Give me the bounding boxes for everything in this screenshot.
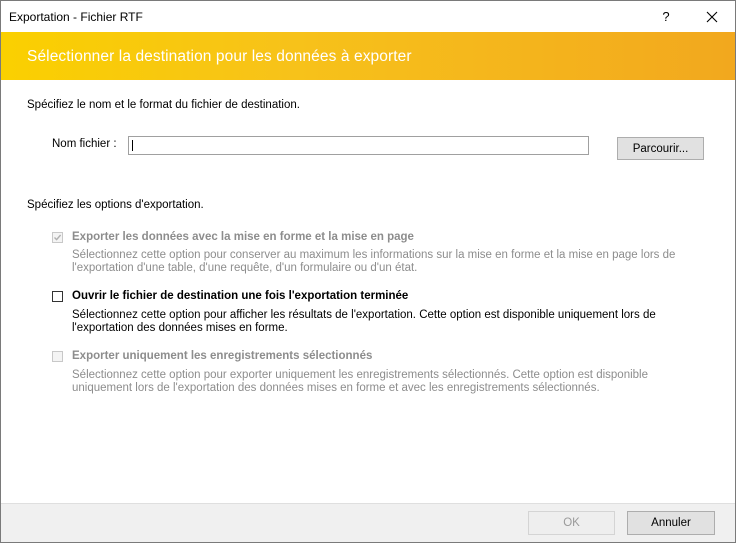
cancel-button[interactable]: Annuler	[627, 511, 715, 535]
description-line: Sélectionnez cette option pour exporter …	[72, 369, 648, 381]
description-line: l'exportation d'une table, d'une requête…	[72, 262, 418, 274]
browse-button[interactable]: Parcourir...	[617, 137, 704, 160]
window-title: Exportation - Fichier RTF	[9, 10, 143, 24]
selected-records-description: Sélectionnez cette option pour exporter …	[72, 369, 692, 395]
dialog-footer	[1, 503, 735, 542]
text-caret	[132, 140, 133, 151]
export-formatting-description: Sélectionnez cette option pour conserver…	[72, 249, 692, 275]
description-line: l'exportation des données mises en forme…	[72, 322, 288, 334]
ok-button[interactable]: OK	[528, 511, 615, 535]
selected-records-label[interactable]: Exporter uniquement les enregistrements …	[72, 350, 372, 362]
open-destination-label[interactable]: Ouvrir le fichier de destination une foi…	[72, 290, 408, 302]
banner-title: Sélectionner la destination pour les don…	[27, 48, 412, 65]
filename-label: Nom fichier :	[52, 138, 117, 150]
close-button[interactable]	[689, 1, 735, 32]
header-banner: Sélectionner la destination pour les don…	[1, 32, 735, 80]
close-icon	[706, 11, 718, 22]
export-dialog: Exportation - Fichier RTF ? Sélectionner…	[0, 0, 736, 543]
open-destination-description: Sélectionnez cette option pour afficher …	[72, 309, 692, 335]
export-formatting-checkbox[interactable]	[52, 232, 63, 243]
description-line: Sélectionnez cette option pour afficher …	[72, 309, 656, 321]
options-instruction: Spécifiez les options d'exportation.	[27, 199, 204, 211]
export-formatting-label[interactable]: Exporter les données avec la mise en for…	[72, 231, 414, 243]
title-bar: Exportation - Fichier RTF ?	[1, 1, 735, 32]
help-button[interactable]: ?	[643, 1, 689, 32]
description-line: uniquement lors de l'exportation des don…	[72, 382, 600, 394]
destination-instruction: Spécifiez le nom et le format du fichier…	[27, 99, 300, 111]
description-line: Sélectionnez cette option pour conserver…	[72, 249, 676, 261]
filename-input[interactable]	[128, 136, 589, 155]
checkmark-icon	[54, 234, 62, 241]
selected-records-checkbox[interactable]	[52, 351, 63, 362]
open-destination-checkbox[interactable]	[52, 291, 63, 302]
